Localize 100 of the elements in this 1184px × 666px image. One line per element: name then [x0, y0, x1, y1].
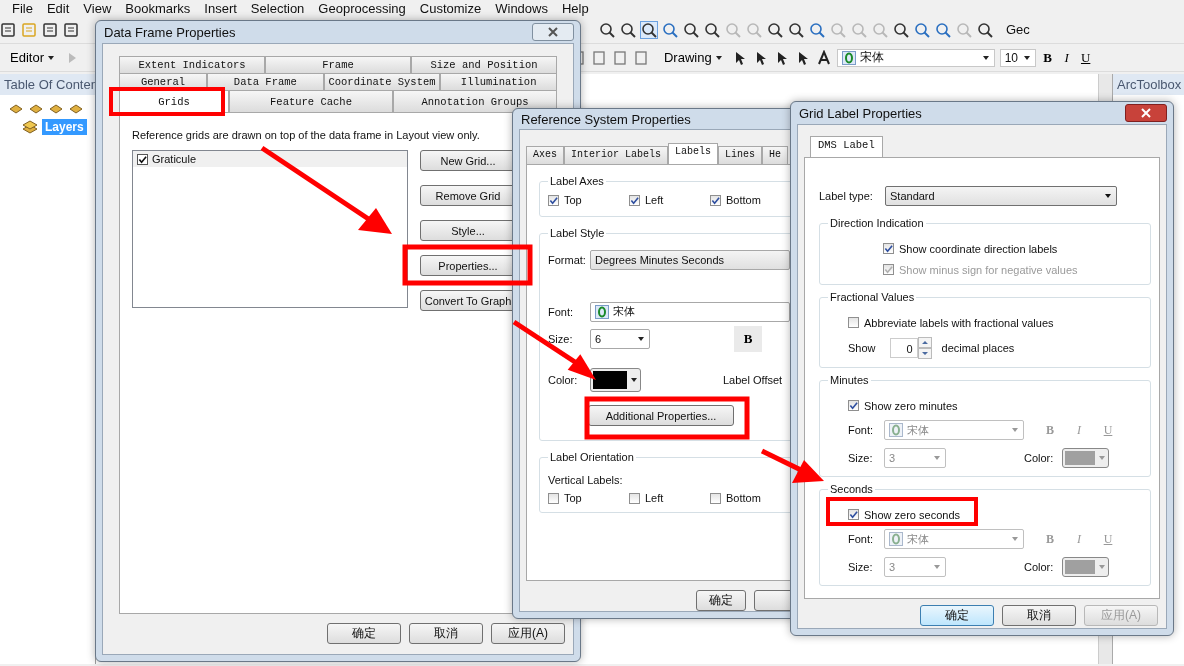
field-label: Font: [548, 305, 575, 318]
zoom-in-icon[interactable] [599, 21, 615, 38]
spinner-icon[interactable] [917, 337, 932, 359]
field-label: Label Offset [723, 373, 783, 386]
menu-item[interactable]: View [77, 0, 120, 16]
tab[interactable]: Axes [526, 146, 564, 164]
tab[interactable]: Coordinate System [323, 73, 441, 90]
caret-icon [1098, 563, 1106, 571]
tab[interactable]: Frame [265, 56, 411, 73]
tab[interactable]: Extent Indicators [119, 56, 265, 73]
menu-item[interactable]: Insert [198, 0, 245, 16]
bold-button[interactable]: B [734, 325, 762, 352]
checkbox[interactable] [883, 243, 894, 254]
format-dropdown[interactable]: Degrees Minutes Seconds [590, 249, 790, 270]
editor-menu[interactable]: Editor [0, 50, 59, 65]
tab[interactable]: Annotation Groups [393, 90, 557, 112]
window-title: Reference System Properties [521, 111, 691, 127]
font-icon [595, 304, 609, 319]
field-label: Size: [548, 332, 574, 345]
checkbox[interactable] [848, 317, 859, 328]
dialog-button[interactable]: 确定 [920, 605, 994, 626]
group-title: Minutes [829, 374, 870, 387]
menu-item[interactable]: Edit [40, 0, 78, 16]
field-label: Label type: [819, 189, 874, 202]
bold-button[interactable]: B [1040, 49, 1055, 66]
checkbox-label: Abbreviate labels with fractional values [864, 316, 1054, 329]
color-picker[interactable] [590, 367, 641, 392]
checkbox[interactable] [710, 492, 721, 504]
dialog-button[interactable]: 取消 [1002, 605, 1076, 626]
tab[interactable]: Size and Position [411, 56, 557, 73]
checkbox[interactable] [629, 492, 640, 504]
dialog-button[interactable]: 取消 [409, 623, 483, 644]
size-dropdown[interactable]: 6 [590, 328, 650, 349]
text-style-icon[interactable] [815, 49, 832, 66]
checkbox-label: Bottom [726, 492, 761, 504]
menu-item[interactable]: File [6, 0, 41, 16]
italic-button[interactable]: I [1059, 49, 1074, 66]
group-title: Label Style [549, 227, 606, 240]
tab[interactable]: Labels [668, 143, 719, 164]
field-label: Color: [548, 373, 579, 386]
menu-item[interactable]: Selection [244, 0, 313, 16]
font-dropdown[interactable]: 宋体 [590, 301, 790, 322]
dialog-button[interactable]: 确定 [696, 590, 746, 611]
field-label: Show [848, 342, 876, 354]
font-icon [841, 50, 856, 65]
checkbox-label: Top [564, 492, 582, 504]
group-title: Direction Indication [829, 217, 925, 230]
group-title: Label Orientation [549, 451, 635, 464]
field-label: Format: [548, 253, 586, 266]
checkbox[interactable] [710, 194, 721, 206]
tab[interactable]: Interior Labels [564, 146, 669, 164]
additional-properties-button[interactable]: Additional Properties... [588, 405, 734, 426]
close-button[interactable] [1125, 104, 1167, 122]
tab[interactable]: Data Frame [207, 73, 324, 90]
caret-icon [1011, 535, 1019, 543]
tab[interactable]: He [762, 146, 789, 164]
tab[interactable]: Illumination [440, 73, 557, 90]
label-type-dropdown[interactable]: Standard [885, 185, 1117, 206]
checkbox-label: Show minus sign for negative values [899, 263, 1078, 276]
dialog-button[interactable]: 确定 [327, 623, 401, 644]
checkbox-label: Bottom [726, 194, 761, 206]
menu-item[interactable]: Help [555, 0, 597, 16]
font-dropdown[interactable]: 宋体 [836, 48, 995, 67]
checkbox[interactable] [548, 194, 559, 206]
font-icon [889, 532, 903, 546]
menu-item[interactable]: Customize [413, 0, 490, 16]
window-title: Grid Label Properties [799, 105, 922, 121]
window-title: Data Frame Properties [104, 24, 236, 40]
font-name: 宋体 [907, 422, 930, 438]
menu-item[interactable]: Windows [489, 0, 556, 16]
caret-icon [630, 375, 638, 384]
caret-icon [714, 53, 723, 62]
checkbox[interactable] [137, 153, 148, 165]
dialog-button[interactable]: 应用(A) [491, 623, 565, 644]
list-item[interactable]: Graticule [152, 153, 197, 165]
menu-item[interactable]: Bookmarks [119, 0, 199, 16]
tab[interactable]: DMS Label [810, 136, 883, 157]
field-label: Color: [1024, 561, 1055, 573]
field-label: Color: [1024, 452, 1055, 464]
underline-button[interactable]: U [1078, 49, 1093, 66]
font-size-dropdown[interactable]: 10 [999, 48, 1036, 67]
color-picker[interactable] [1062, 448, 1109, 468]
drawing-menu[interactable]: Drawing [653, 50, 727, 65]
checkbox[interactable] [629, 194, 640, 206]
group-title: Fractional Values [829, 291, 916, 304]
decimal-places-field[interactable]: 0 [889, 338, 918, 358]
group-title: Label Axes [549, 175, 605, 188]
caret-icon [637, 334, 645, 343]
tab[interactable]: Feature Cache [229, 90, 393, 112]
close-icon [548, 27, 558, 37]
font-name: 宋体 [859, 49, 885, 66]
field-label: Vertical Labels: [548, 474, 624, 486]
checkbox-label: Show zero minutes [864, 399, 958, 412]
color-picker[interactable] [1062, 557, 1109, 577]
checkbox[interactable] [548, 492, 559, 504]
font-icon [889, 423, 903, 437]
menu-item[interactable]: Geoprocessing [312, 0, 414, 16]
tab[interactable]: Lines [718, 146, 763, 164]
grid-list[interactable]: Graticule [132, 150, 408, 308]
field-label: Size: [848, 561, 874, 573]
